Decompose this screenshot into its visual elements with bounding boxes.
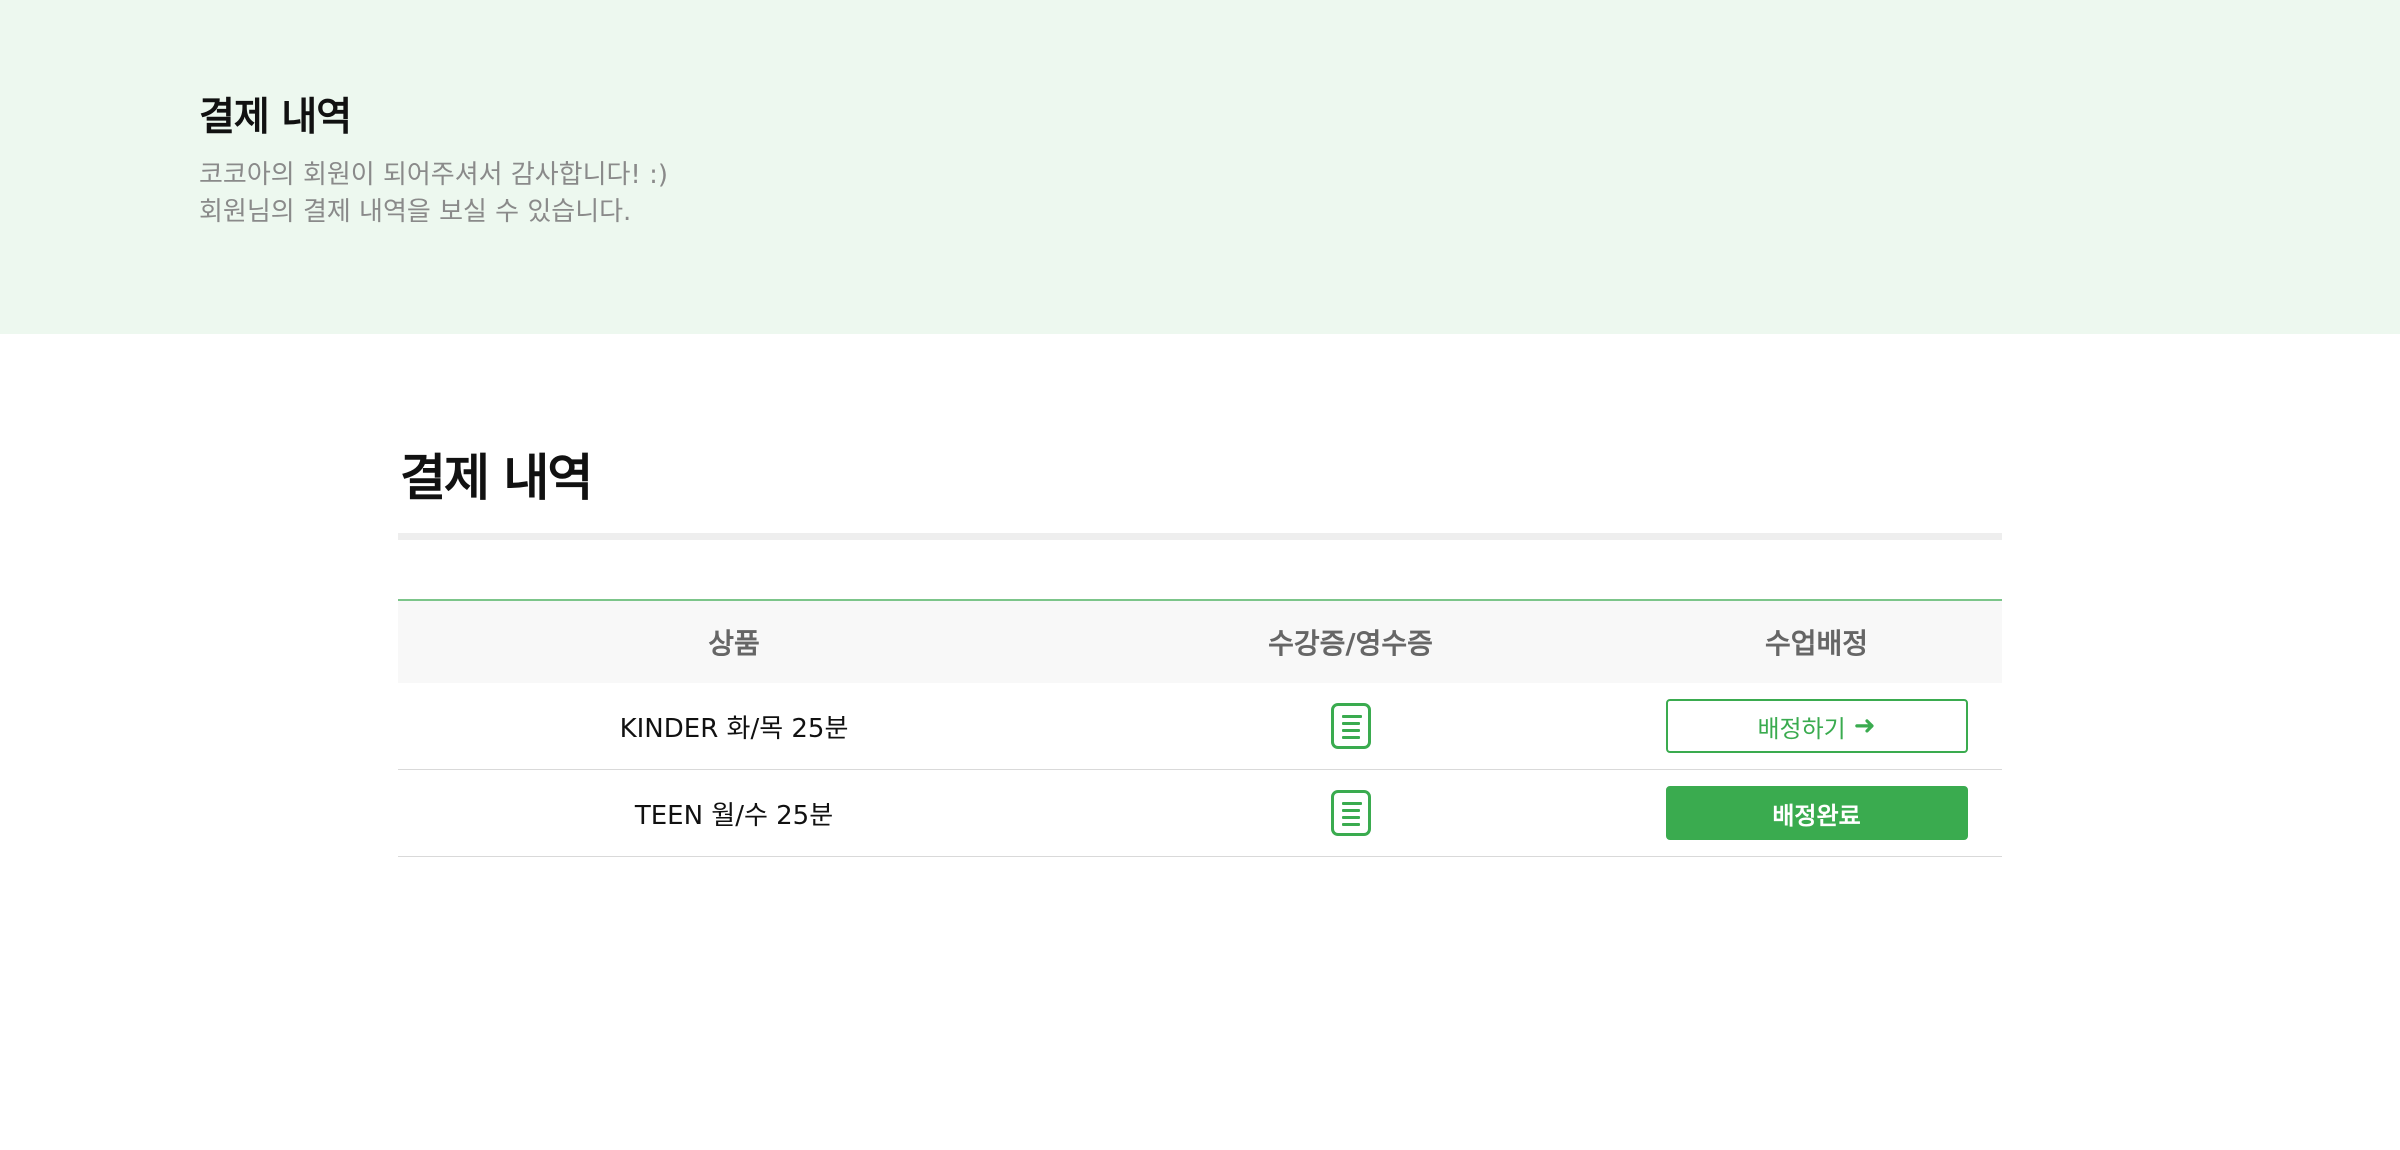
arrow-right-icon: ➜ [1853,711,1876,741]
receipt-cell [1070,703,1631,749]
header-assignment: 수업배정 [1764,627,1869,660]
assign-button[interactable]: 배정하기 ➜ [1665,699,1968,753]
header-description: 코코아의 회원이 되어주셔서 감사합니다! :) 회원님의 결제 내역을 보실 … [199,157,668,231]
section-title: 결제 내역 [398,448,593,513]
header-description-line-2: 회원님의 결제 내역을 보실 수 있습니다. [199,197,632,227]
header-title: 결제 내역 [199,95,352,140]
assigned-complete-button[interactable]: 배정완료 [1665,786,1968,840]
section-title-wrapper: 결제 내역 [398,448,593,513]
table-row: KINDER 화/목 25분 배정하기 ➜ [398,683,2002,770]
assignment-cell: 배정하기 ➜ [1631,699,2002,753]
header-receipt: 수강증/영수증 [1268,627,1433,660]
page-header-banner: 결제 내역 코코아의 회원이 되어주셔서 감사합니다! :) 회원님의 결제 내… [0,0,2400,334]
header-description-line-1: 코코아의 회원이 되어주셔서 감사합니다! :) [199,160,669,190]
product-name: TEEN 월/수 25분 [634,800,834,831]
assign-button-label: 배정하기 [1757,714,1846,743]
header-product: 상품 [708,627,760,660]
receipt-cell [1070,790,1631,836]
section-divider [398,533,2002,540]
assigned-complete-label: 배정완료 [1772,801,1861,830]
section-title-text: 결제 내역 [400,449,593,507]
table-row: TEEN 월/수 25분 배정완료 [398,770,2002,857]
product-name: KINDER 화/목 25분 [619,713,849,744]
document-icon[interactable] [1330,790,1371,836]
payment-history-table: 상품 수강증/영수증 수업배정 KINDER 화/목 25분 배정하기 ➜ TE… [398,599,2002,857]
table-header: 상품 수강증/영수증 수업배정 [398,601,2002,683]
assignment-cell: 배정완료 [1631,786,2002,840]
document-icon[interactable] [1330,703,1371,749]
